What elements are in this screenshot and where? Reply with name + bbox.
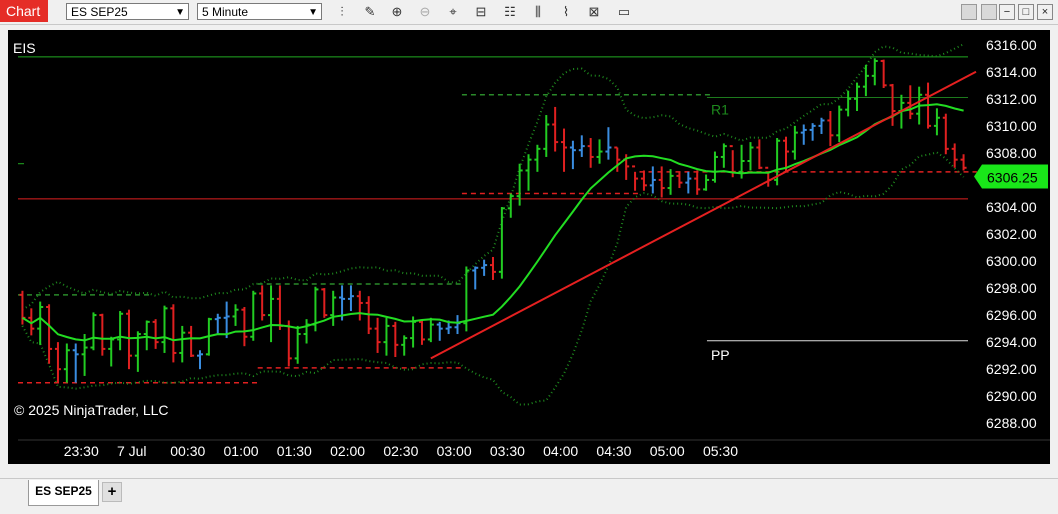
price-tick-label: 6316.00: [986, 37, 1037, 53]
instrument-label: EIS: [13, 40, 36, 56]
data-box-icon[interactable]: ⊟: [472, 3, 490, 21]
price-tick-label: 6310.00: [986, 118, 1037, 134]
price-tick-label: 6300.00: [986, 253, 1037, 269]
time-tick-label: 02:30: [383, 443, 418, 459]
instrument-value: ES SEP25: [71, 5, 128, 19]
strategies-icon[interactable]: ⫼: [529, 3, 547, 21]
maximize-icon[interactable]: □: [1018, 4, 1034, 20]
time-tick-label: 04:00: [543, 443, 578, 459]
time-tick-label: 7 Jul: [117, 443, 147, 459]
chart-panel[interactable]: R1 PP 6316.00 6314.00 6312.00 6310.00 6308.00 6…: [8, 30, 1050, 464]
close-icon[interactable]: ×: [1037, 4, 1053, 20]
chevron-down-icon: ▼: [308, 7, 318, 18]
price-tick-label: 6304.00: [986, 199, 1037, 215]
price-tick-label: 6290.00: [986, 388, 1037, 404]
price-tick-label: 6302.00: [986, 226, 1037, 242]
interval-value: 5 Minute: [202, 5, 249, 19]
chart-label: Chart: [0, 0, 48, 22]
price-tick-label: 6312.00: [986, 91, 1037, 107]
templates-icon[interactable]: ⊠: [585, 3, 603, 21]
time-tick-label: 01:00: [224, 443, 259, 459]
time-tick-label: 03:30: [490, 443, 525, 459]
indicators-icon[interactable]: ⌇: [557, 3, 575, 21]
tile-icon[interactable]: [981, 4, 997, 20]
zoom-out-icon[interactable]: ⊖: [416, 3, 434, 21]
trendline[interactable]: [430, 70, 977, 360]
time-tick-label: 01:30: [277, 443, 312, 459]
time-tick-label: 05:30: [703, 443, 738, 459]
tab-es-sep25[interactable]: ES SEP25: [28, 480, 99, 506]
current-price-label: 6306.25: [987, 170, 1038, 186]
copyright-text: © 2025 NinjaTrader, LLC: [14, 402, 169, 418]
chevron-down-icon: ▼: [175, 7, 185, 18]
price-tick-label: 6298.00: [986, 280, 1037, 296]
price-tick-label: 6294.00: [986, 334, 1037, 350]
chart-trader-icon[interactable]: ▭: [615, 3, 633, 21]
interval-selector[interactable]: 5 Minute ▼: [197, 3, 322, 20]
title-bar: Chart ES SEP25 ▼ 5 Minute ▼ ⫶ ✎ ⊕ ⊖ ⌖ ⊟ …: [0, 0, 1058, 25]
time-tick-label: 04:30: [596, 443, 631, 459]
price-tick-label: 6314.00: [986, 64, 1037, 80]
draw-icon[interactable]: ✎: [361, 3, 379, 21]
tab-strip: [0, 478, 1058, 514]
time-tick-label: 03:00: [437, 443, 472, 459]
properties-icon[interactable]: ☷: [501, 3, 519, 21]
crosshair-icon[interactable]: ⌖: [444, 3, 462, 21]
zoom-in-icon[interactable]: ⊕: [388, 3, 406, 21]
r1-label: R1: [711, 101, 729, 117]
price-chart[interactable]: R1 PP 6316.00 6314.00 6312.00 6310.00 6308.00 6…: [8, 30, 1050, 464]
time-tick-label: 05:00: [650, 443, 685, 459]
time-tick-label: 02:00: [330, 443, 365, 459]
price-tick-label: 6296.00: [986, 307, 1037, 323]
time-tick-label: 23:30: [64, 443, 99, 459]
bars-type-icon[interactable]: ⫶: [333, 3, 351, 21]
add-tab-button[interactable]: +: [102, 482, 122, 502]
price-tick-label: 6308.00: [986, 145, 1037, 161]
price-tick-label: 6292.00: [986, 361, 1037, 377]
price-tick-label: 6288.00: [986, 415, 1037, 431]
minimize-icon[interactable]: −: [999, 4, 1015, 20]
pp-label: PP: [711, 347, 730, 363]
instrument-selector[interactable]: ES SEP25 ▼: [66, 3, 189, 20]
moving-average-line: [21, 103, 964, 342]
layout-icon[interactable]: [961, 4, 977, 20]
time-tick-label: 00:30: [170, 443, 205, 459]
